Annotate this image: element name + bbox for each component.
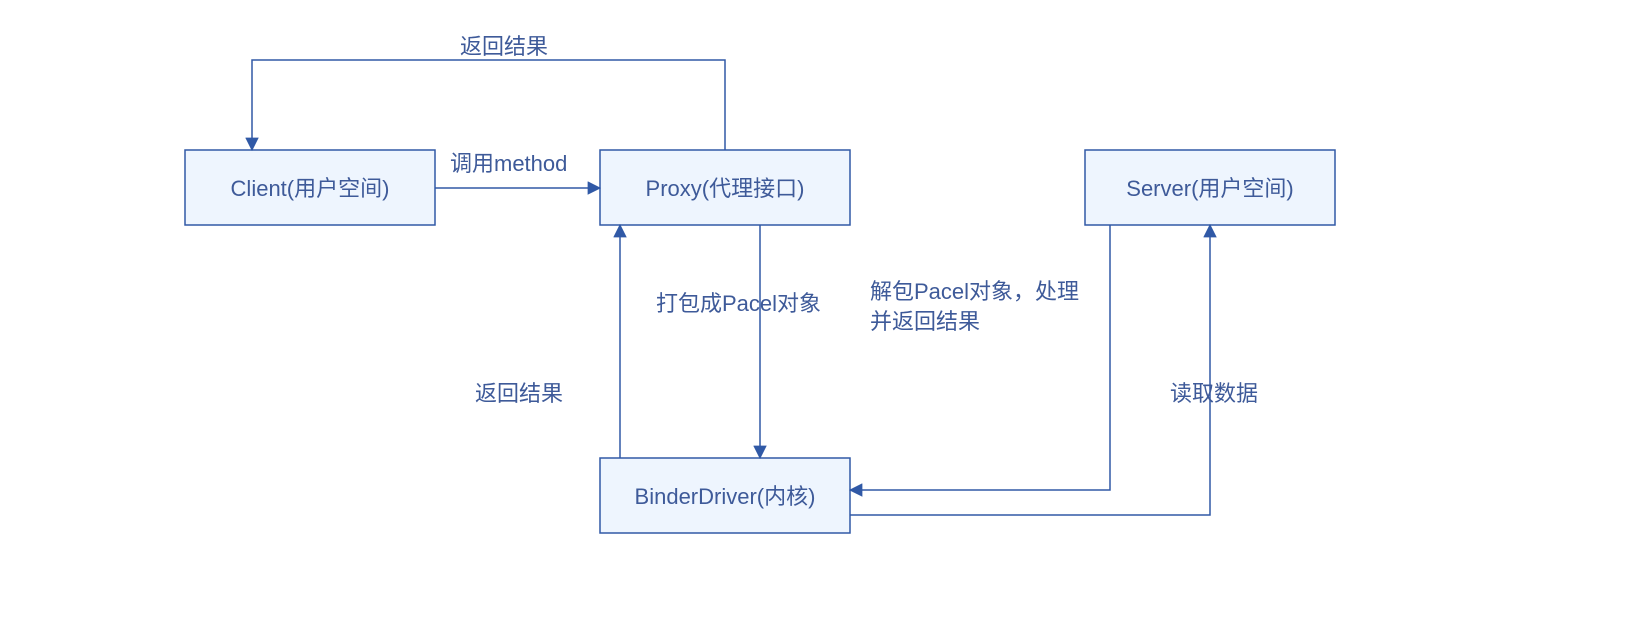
edge-server-to-binder-label-1: 解包Pacel对象，处理	[870, 279, 1079, 304]
node-client: Client(用户空间)	[185, 150, 435, 225]
edge-proxy-to-client-label: 返回结果	[460, 34, 548, 59]
edge-proxy-to-client: 返回结果	[252, 34, 725, 150]
node-server-label: Server(用户空间)	[1126, 176, 1293, 201]
edge-binder-to-proxy: 返回结果	[475, 225, 620, 458]
edge-server-to-binder-label-2: 并返回结果	[870, 309, 980, 334]
node-proxy: Proxy(代理接口)	[600, 150, 850, 225]
edge-client-to-proxy: 调用method	[435, 151, 600, 188]
node-proxy-label: Proxy(代理接口)	[646, 176, 805, 201]
edge-proxy-to-binder: 打包成Pacel对象	[656, 225, 821, 458]
node-client-label: Client(用户空间)	[231, 176, 390, 201]
edge-client-to-proxy-label: 调用method	[450, 151, 567, 176]
node-binder-label: BinderDriver(内核)	[635, 484, 816, 509]
edge-proxy-to-binder-label: 打包成Pacel对象	[656, 291, 821, 316]
node-server: Server(用户空间)	[1085, 150, 1335, 225]
node-binder: BinderDriver(内核)	[600, 458, 850, 533]
edge-server-to-binder: 解包Pacel对象，处理 并返回结果	[850, 225, 1110, 490]
edge-binder-to-proxy-label: 返回结果	[475, 381, 563, 406]
edge-binder-to-server-label: 读取数据	[1170, 381, 1258, 406]
edge-binder-to-server: 读取数据	[850, 225, 1258, 515]
diagram-canvas: Client(用户空间) Proxy(代理接口) Server(用户空间) Bi…	[0, 0, 1648, 629]
